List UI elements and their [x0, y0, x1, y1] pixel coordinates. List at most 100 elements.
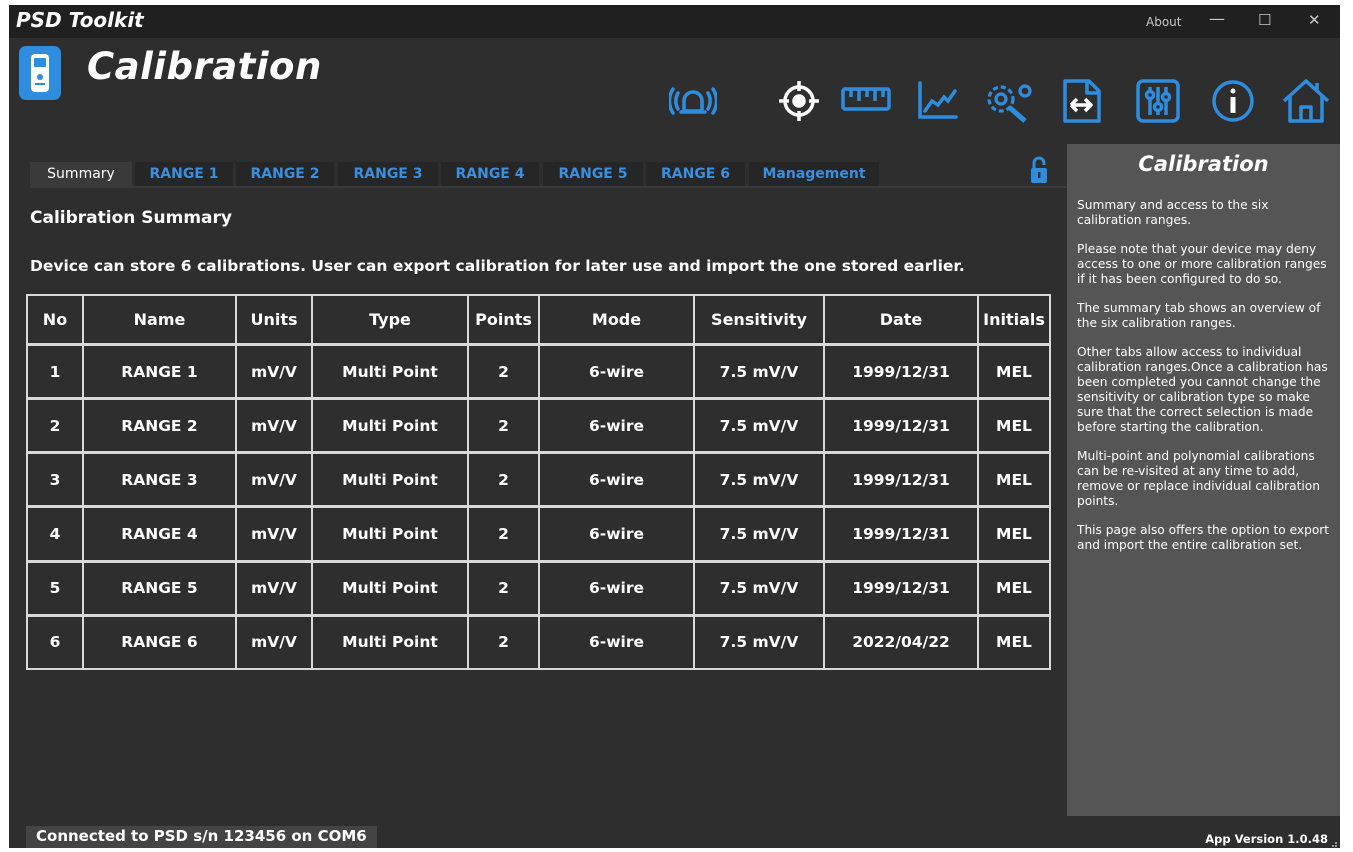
table-cell: Multi Point [311, 342, 469, 400]
table-cell: 7.5 mV/V [693, 342, 825, 400]
close-button[interactable]: ✕ [1308, 11, 1321, 29]
table-cell: mV/V [235, 451, 313, 508]
table-cell: mV/V [235, 559, 313, 617]
help-paragraph: Multi-point and polynomial calibrations … [1077, 449, 1320, 508]
transfer-icon[interactable] [1057, 77, 1105, 125]
help-paragraph: The summary tab shows an overview of the… [1077, 301, 1321, 330]
section-description: Device can store 6 calibrations. User ca… [30, 257, 965, 275]
table-row[interactable]: 2 RANGE 2 mV/V Multi Point 2 6-wire 7.5 … [26, 397, 1051, 454]
sliders-icon[interactable] [1134, 77, 1182, 125]
table-cell: 2022/04/22 [823, 613, 979, 670]
alarm-icon[interactable] [667, 77, 719, 125]
tab-range-6[interactable]: RANGE 6 [646, 162, 745, 187]
settings-icon[interactable] [981, 77, 1032, 125]
title-bar: PSD Toolkit About — ☐ ✕ [9, 5, 1340, 38]
table-row[interactable]: 3 RANGE 3 mV/V Multi Point 2 6-wire 7.5 … [26, 451, 1051, 508]
column-header-date: Date [823, 294, 979, 346]
table-cell: MEL [977, 397, 1051, 454]
table-cell: 6-wire [538, 613, 695, 670]
table-cell: 2 [467, 613, 540, 670]
help-paragraph: This page also offers the option to expo… [1077, 523, 1330, 552]
help-paragraph: Other tabs allow access to individual ca… [1077, 345, 1328, 434]
connection-status: Connected to PSD s/n 123456 on COM6 [26, 826, 377, 848]
maximize-button[interactable]: ☐ [1258, 11, 1271, 29]
table-cell: 6-wire [538, 342, 695, 400]
table-cell: 1999/12/31 [823, 505, 979, 563]
ruler-icon[interactable] [840, 77, 891, 125]
tab-management[interactable]: Management [749, 162, 879, 187]
table-cell: RANGE 2 [82, 397, 237, 454]
table-cell: MEL [977, 559, 1051, 617]
table-cell: MEL [977, 505, 1051, 563]
home-icon[interactable] [1281, 77, 1330, 125]
column-header-type: Type [311, 294, 469, 346]
help-paragraph: Summary and access to the six calibratio… [1077, 198, 1269, 227]
column-header-points: Points [467, 294, 540, 346]
column-header-sensitivity: Sensitivity [693, 294, 825, 346]
tab-range-3[interactable]: RANGE 3 [338, 162, 438, 187]
info-icon[interactable] [1209, 77, 1257, 125]
tab-summary[interactable]: Summary [30, 162, 132, 187]
help-body: Summary and access to the six calibratio… [1077, 198, 1333, 567]
calibration-table: No Name Units Type Points Mode Sensitivi… [26, 294, 1051, 670]
table-cell: Multi Point [311, 613, 469, 670]
table-cell: MEL [977, 451, 1051, 508]
table-cell: 6-wire [538, 451, 695, 508]
table-cell: 6-wire [538, 505, 695, 563]
table-cell: 2 [467, 451, 540, 508]
minimize-button[interactable]: — [1209, 9, 1225, 28]
table-cell: Multi Point [311, 451, 469, 508]
table-header-row: No Name Units Type Points Mode Sensitivi… [26, 294, 1051, 346]
handheld-device-icon [19, 46, 61, 100]
table-cell: 1999/12/31 [823, 397, 979, 454]
table-cell: 7.5 mV/V [693, 397, 825, 454]
table-cell: RANGE 4 [82, 505, 237, 563]
table-cell: Multi Point [311, 559, 469, 617]
table-cell: 1999/12/31 [823, 559, 979, 617]
table-cell: RANGE 5 [82, 559, 237, 617]
table-row[interactable]: 4 RANGE 4 mV/V Multi Point 2 6-wire 7.5 … [26, 505, 1051, 563]
table-cell: 7.5 mV/V [693, 613, 825, 670]
tab-divider [30, 186, 1067, 188]
target-icon[interactable] [775, 77, 823, 125]
resize-grip-icon[interactable] [1328, 836, 1338, 847]
table-cell: 1 [26, 342, 84, 400]
about-link[interactable]: About [1146, 15, 1181, 29]
table-cell: 6 [26, 613, 84, 670]
app-version: App Version 1.0.48 [1205, 832, 1328, 846]
chart-icon[interactable] [914, 77, 962, 125]
unlock-icon[interactable] [1030, 156, 1048, 184]
table-cell: 6-wire [538, 559, 695, 617]
table-cell: 2 [467, 397, 540, 454]
table-cell: 7.5 mV/V [693, 505, 825, 563]
table-cell: 4 [26, 505, 84, 563]
table-cell: mV/V [235, 397, 313, 454]
table-cell: mV/V [235, 342, 313, 400]
table-cell: 7.5 mV/V [693, 451, 825, 508]
tab-range-2[interactable]: RANGE 2 [236, 162, 334, 187]
table-cell: 2 [467, 505, 540, 563]
table-cell: 2 [26, 397, 84, 454]
table-cell: 6-wire [538, 397, 695, 454]
table-cell: mV/V [235, 505, 313, 563]
table-cell: Multi Point [311, 505, 469, 563]
table-row[interactable]: 6 RANGE 6 mV/V Multi Point 2 6-wire 7.5 … [26, 613, 1051, 670]
app-title: PSD Toolkit [16, 8, 144, 32]
column-header-no: No [26, 294, 84, 346]
column-header-initials: Initials [977, 294, 1051, 346]
table-cell: 1999/12/31 [823, 451, 979, 508]
tab-range-5[interactable]: RANGE 5 [543, 162, 643, 187]
table-cell: RANGE 1 [82, 342, 237, 400]
table-row[interactable]: 5 RANGE 5 mV/V Multi Point 2 6-wire 7.5 … [26, 559, 1051, 617]
table-cell: MEL [977, 342, 1051, 400]
app-window: PSD Toolkit About — ☐ ✕ Calibration Summ… [9, 5, 1340, 848]
table-row[interactable]: 1 RANGE 1 mV/V Multi Point 2 6-wire 7.5 … [26, 342, 1051, 400]
table-cell: RANGE 3 [82, 451, 237, 508]
table-cell: 1999/12/31 [823, 342, 979, 400]
help-title: Calibration [1138, 152, 1269, 176]
tab-range-1[interactable]: RANGE 1 [135, 162, 233, 187]
tab-range-4[interactable]: RANGE 4 [441, 162, 539, 187]
table-cell: 5 [26, 559, 84, 617]
table-cell: mV/V [235, 613, 313, 670]
table-cell: 2 [467, 559, 540, 617]
